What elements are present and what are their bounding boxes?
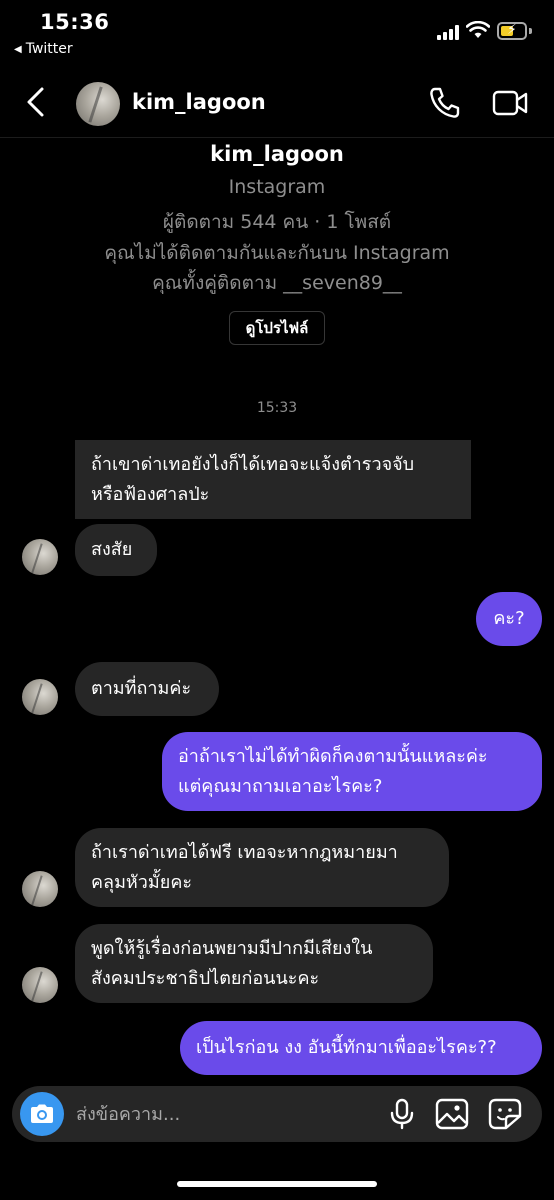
camera-icon [31,1104,53,1123]
phone-icon[interactable] [428,86,460,120]
message-bubble-incoming[interactable]: ตามที่ถามค่ะ [75,662,219,716]
home-indicator[interactable] [177,1181,377,1187]
message-line: แต่คุณมาถามเอาอะไรคะ? [178,776,383,797]
status-time: 15:36 [40,10,110,34]
battery-icon: ⚡ [497,22,527,40]
sticker-icon[interactable] [488,1098,522,1130]
message-line: คลุมหัวมั้ยคะ [91,872,193,893]
message-bubble-incoming[interactable]: สงสัย [75,524,157,576]
sender-avatar[interactable] [22,871,58,907]
sender-avatar[interactable] [22,967,58,1003]
cellular-signal-icon [437,24,459,40]
message-line: เป็นไรก่อน งง อันนี้ทักมาเพื่ออะไรคะ?? [196,1037,497,1058]
message-line: ถ้าเราด่าเทอได้ฟรี เทอจะหากฎหมายมา [91,842,398,863]
sender-avatar[interactable] [22,539,58,575]
back-app-label: Twitter [25,41,73,57]
profile-stats: ผู้ติดตาม 544 คน · 1 โพสต์ [162,211,392,233]
message-line: หรือฟ้องศาลป่ะ [91,484,210,505]
message-bubble-outgoing[interactable]: คะ? [476,592,542,646]
back-triangle-icon: ◀ [14,43,22,55]
video-camera-icon[interactable] [492,88,528,118]
message-composer [12,1086,542,1142]
sender-avatar[interactable] [22,679,58,715]
wifi-icon [466,21,490,38]
back-to-app-link[interactable]: ◀ Twitter [14,41,73,57]
status-bar: 15:36 ◀ Twitter ⚡ [0,0,554,66]
profile-follow-note: คุณไม่ได้ติดตามกันและกันบน Instagram [104,242,450,264]
message-line: คะ? [493,608,525,629]
message-line: อ่าถ้าเราไม่ได้ทำผิดก็คงตามนั้นแหละค่ะ [178,746,488,767]
view-profile-button[interactable]: ดูโปรไฟล์ [229,311,325,345]
message-input[interactable] [76,1100,356,1128]
message-line: ตามที่ถามค่ะ [91,678,192,699]
profile-platform: Instagram [228,176,326,198]
microphone-icon[interactable] [388,1098,416,1130]
message-bubble-incoming[interactable]: ถ้าเราด่าเทอได้ฟรี เทอจะหากฎหมายมา คลุมห… [75,828,449,907]
header-username[interactable]: kim_lagoon [132,90,266,114]
chat-header: kim_lagoon [0,72,554,138]
gallery-icon[interactable] [435,1098,469,1130]
message-bubble-outgoing[interactable]: เป็นไรก่อน งง อันนี้ทักมาเพื่ออะไรคะ?? [180,1021,542,1075]
camera-button[interactable] [20,1092,64,1136]
message-bubble-incoming[interactable]: พูดให้รู้เรื่องก่อนพยามมีปากมีเสียงใน สั… [75,924,433,1003]
profile-name: kim_lagoon [210,142,344,166]
message-line: สงสัย [91,539,133,560]
message-line: พูดให้รู้เรื่องก่อนพยามมีปากมีเสียงใน [91,938,373,959]
profile-mutual-follow: คุณทั้งคู่ติดตาม __seven89__ [152,272,402,294]
battery-tip [529,28,532,34]
header-avatar[interactable] [76,82,120,126]
message-timestamp: 15:33 [256,400,298,416]
back-chevron-icon[interactable] [22,86,52,118]
message-line: สังคมประชาธิปไตยก่อนนะคะ [91,968,320,989]
message-bubble-outgoing[interactable]: อ่าถ้าเราไม่ได้ทำผิดก็คงตามนั้นแหละค่ะ แ… [162,732,542,811]
message-line: ถ้าเขาด่าเทอยังไงก็ได้เทอจะแจ้งตำรวจจับ [91,454,415,475]
message-bubble-incoming[interactable]: ถ้าเขาด่าเทอยังไงก็ได้เทอจะแจ้งตำรวจจับ … [75,440,471,519]
